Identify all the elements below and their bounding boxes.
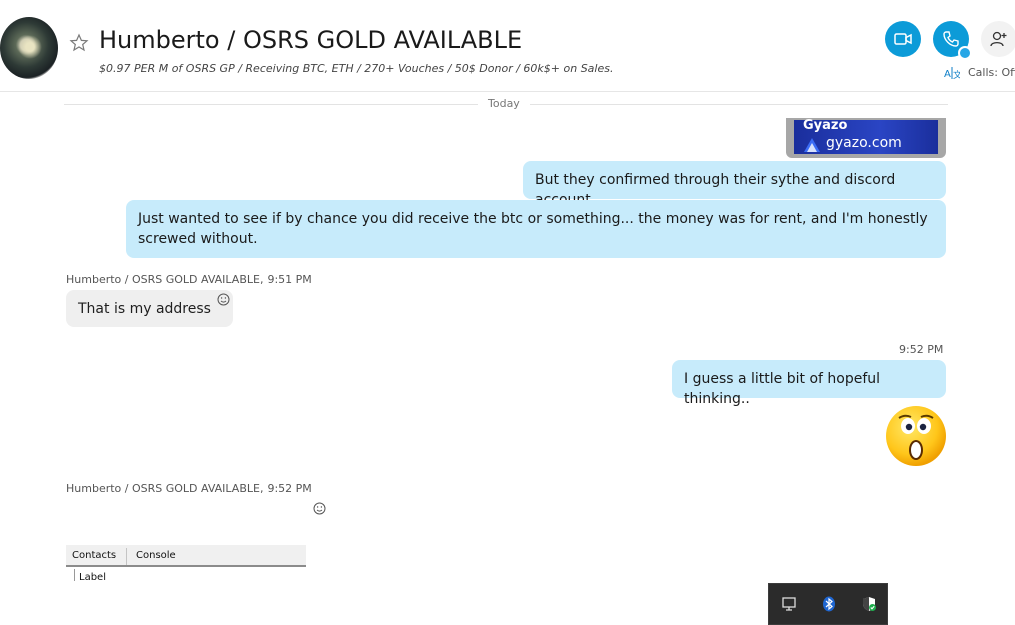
sender-name: Humberto / OSRS GOLD AVAILABLE, [66,482,264,495]
attachment-tab-bar: Contacts Console [66,545,306,567]
image-attachment-preview[interactable]: Contacts Console Label [66,545,306,581]
audio-call-button[interactable] [933,21,972,60]
translate-icon[interactable]: A 文 [944,66,960,80]
conversation-title[interactable]: Humberto / OSRS GOLD AVAILABLE [99,26,522,54]
phone-icon [943,31,959,47]
gyazo-url-text: gyazo.com [826,135,902,151]
add-person-icon [990,31,1007,47]
svg-text:文: 文 [953,69,960,80]
date-divider-label: Today [478,97,530,110]
astonished-emoji-icon[interactable] [885,405,947,467]
system-tray-flyout [768,583,888,625]
message-time: 9:51 PM [267,273,312,286]
attachment-tab-console: Console [136,550,176,561]
outgoing-message[interactable]: But they confirmed through their sythe a… [523,161,946,208]
bluetooth-icon[interactable] [821,596,837,612]
svg-text:A: A [944,69,951,80]
message-sender-info: Humberto / OSRS GOLD AVAILABLE, 9:51 PM [66,273,312,286]
add-reaction-smiley-icon[interactable] [313,502,326,515]
add-reaction-smiley-icon[interactable] [217,293,230,306]
attachment-tab-contacts: Contacts [72,550,117,561]
gyazo-logo-icon [804,138,820,152]
display-icon[interactable] [781,596,797,612]
calls-status-label[interactable]: Calls: Off [968,66,1015,79]
video-call-button[interactable] [885,21,921,57]
contact-avatar[interactable] [0,17,58,79]
sender-name: Humberto / OSRS GOLD AVAILABLE, [66,273,264,286]
message-time: 9:52 PM [267,482,312,495]
conversation-header: Humberto / OSRS GOLD AVAILABLE $0.97 PER… [0,0,1015,92]
security-shield-icon[interactable] [861,596,877,612]
message-sender-info: Humberto / OSRS GOLD AVAILABLE, 9:52 PM [66,482,312,495]
outgoing-message[interactable]: I guess a little bit of hopeful thinking… [672,360,946,407]
attachment-field-label: Label [79,572,106,581]
message-time: 9:52 PM [899,343,944,356]
gyazo-link-preview[interactable]: Gyazo gyazo.com [786,118,946,158]
video-camera-icon [894,33,912,45]
call-options-badge[interactable] [958,46,972,60]
incoming-message[interactable]: That is my address [66,290,233,327]
gyazo-brand-text: Gyazo [803,118,848,133]
favorite-star-icon[interactable] [69,33,89,53]
outgoing-message[interactable]: Just wanted to see if by chance you did … [126,200,946,258]
add-participant-button[interactable] [981,21,1015,57]
conversation-mood-message: $0.97 PER M of OSRS GP / Receiving BTC, … [99,62,614,75]
